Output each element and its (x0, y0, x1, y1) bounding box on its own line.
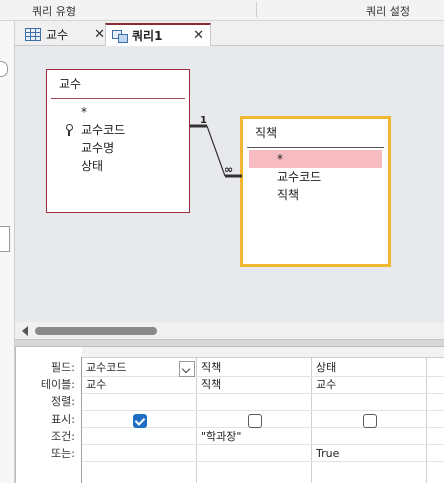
field-list-gyosu[interactable]: 교수 * 교수코드 교수명 상태 (46, 69, 190, 213)
key-icon (65, 124, 73, 136)
grid-cell-or[interactable] (82, 445, 196, 462)
show-checkbox[interactable] (248, 414, 262, 428)
row-divider (82, 393, 444, 394)
grid-cell-or[interactable]: True (312, 445, 426, 462)
canvas-horizontal-scrollbar[interactable] (15, 322, 444, 339)
one-side-label: 1 (200, 115, 207, 126)
grid-cell-table[interactable]: 교수 (312, 376, 426, 393)
scrollbar-thumb[interactable] (35, 327, 157, 335)
nav-scroll-control[interactable] (0, 226, 10, 252)
tab-label: 교수 (46, 27, 69, 42)
ribbon-group-query-type-label: 쿼리 유형 (32, 5, 76, 18)
field-item[interactable]: 교수명 (47, 139, 189, 157)
row-label-sort: 정렬: (51, 395, 75, 408)
query-design-canvas[interactable]: 교수 * 교수코드 교수명 상태 직책 * 교수코드 직책 1 ∞ (15, 46, 444, 322)
tab-gyosu-table[interactable]: 교수 ✕ (19, 23, 111, 45)
field-list-title[interactable]: 교수 (47, 70, 189, 98)
row-divider (82, 410, 444, 411)
field-list-title[interactable]: 직책 (243, 119, 388, 147)
field-item[interactable]: 교수코드 (243, 168, 388, 186)
scroll-left-arrow-icon[interactable] (22, 326, 28, 336)
field-item[interactable]: 상태 (47, 157, 189, 175)
grid-cell-field[interactable]: 직책 (197, 359, 311, 376)
grid-cell-field[interactable]: 교수코드 (82, 359, 181, 376)
show-checkbox[interactable] (363, 414, 377, 428)
grid-cell-table[interactable]: 교수 (82, 376, 196, 393)
nav-search-control[interactable] (0, 61, 8, 77)
field-item[interactable]: 직책 (243, 186, 388, 204)
close-icon[interactable]: ✕ (193, 28, 204, 43)
ribbon-group-query-setup-label: 쿼리 설정 (366, 5, 410, 18)
table-icon (25, 27, 41, 41)
row-label-or: 또는: (51, 447, 75, 460)
column-selector-bar[interactable] (82, 347, 444, 358)
query-design-grid: 필드: 테이블: 정렬: 표시: 조건: 또는: 교수코드 교수 직책 직책 "… (15, 347, 444, 483)
ribbon-group-labels: 쿼리 유형 쿼리 설정 (0, 0, 444, 21)
tab-label: 쿼리1 (132, 29, 163, 43)
navigation-pane-edge (0, 21, 15, 483)
row-label-field: 필드: (51, 361, 75, 374)
pane-splitter[interactable] (15, 339, 444, 347)
document-tab-bar: 교수 ✕ 쿼리1 ✕ (15, 21, 444, 46)
grid-cell-criteria[interactable]: "학과장" (197, 428, 311, 445)
show-checkbox[interactable] (133, 414, 147, 428)
row-label-table: 테이블: (40, 378, 75, 391)
row-label-criteria: 조건: (51, 430, 75, 443)
field-item-star-selected[interactable]: * (249, 150, 382, 168)
grid-cell-field[interactable]: 상태 (312, 359, 426, 376)
close-icon[interactable]: ✕ (94, 27, 105, 42)
chevron-down-icon[interactable] (179, 361, 195, 377)
field-item-primary-key[interactable]: 교수코드 (47, 121, 189, 139)
many-side-label: ∞ (224, 163, 233, 176)
field-item-star[interactable]: * (47, 103, 189, 121)
field-list-jikchaek[interactable]: 직책 * 교수코드 직책 (240, 116, 391, 267)
ribbon-group-separator (256, 2, 257, 17)
query-icon (112, 29, 128, 43)
tab-query1[interactable]: 쿼리1 ✕ (105, 23, 211, 46)
join-line-middle (206, 125, 226, 177)
row-label-show: 표시: (51, 413, 75, 426)
field-label: 교수코드 (81, 123, 126, 137)
grid-cell-table[interactable]: 직책 (197, 376, 311, 393)
